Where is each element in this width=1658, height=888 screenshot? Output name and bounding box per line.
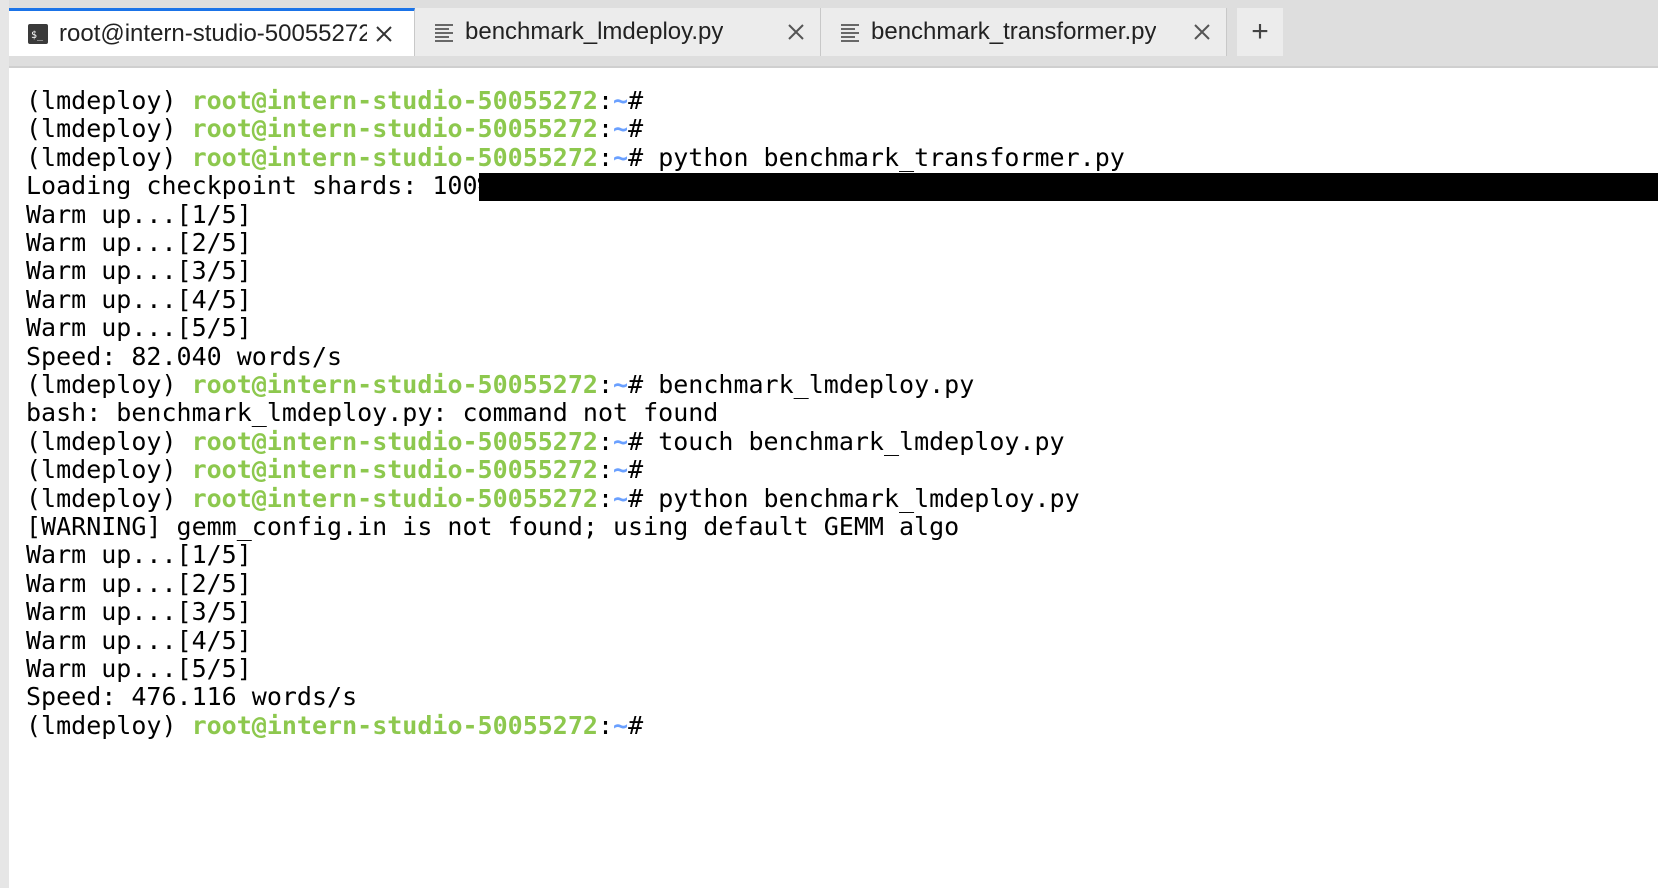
output-line: Warm up...[2/5]: [26, 228, 252, 257]
prompt-symbol: #: [628, 370, 659, 399]
prompt-host: root@intern-studio-50055272: [191, 86, 598, 115]
prompt-separator: :: [597, 370, 614, 399]
prompt-line: (lmdeploy) root@intern-studio-50055272:~…: [26, 456, 658, 484]
prompt-symbol: #: [628, 483, 659, 513]
prompt-path: ~: [613, 455, 629, 485]
prompt-symbol: #: [628, 114, 659, 144]
prompt-env: (lmdeploy): [26, 142, 192, 172]
tab-benchmark-transformer[interactable]: benchmark_transformer.py: [821, 8, 1227, 56]
prompt-line: (lmdeploy) root@intern-studio-50055272:~…: [26, 710, 659, 740]
file-text-icon: [839, 21, 861, 43]
output-line: bash: benchmark_lmdeploy.py: command not…: [26, 398, 719, 428]
prompt-separator: :: [597, 114, 614, 144]
file-text-icon: [433, 21, 455, 43]
prompt-line: (lmdeploy) root@intern-studio-50055272:~…: [26, 87, 658, 115]
prompt-host: root@intern-studio-50055272: [191, 142, 598, 172]
prompt-path: ~: [613, 370, 629, 399]
prompt-separator: :: [597, 710, 614, 740]
tab-label: root@intern-studio-50055272: [59, 19, 367, 47]
prompt-symbol: #: [628, 142, 659, 172]
prompt-symbol: #: [628, 86, 659, 115]
output-line: Speed: 476.116 words/s: [26, 682, 358, 712]
prompt-env: (lmdeploy): [26, 114, 192, 144]
progress-bar: [479, 173, 1658, 201]
terminal-icon: $_: [27, 23, 49, 45]
close-icon[interactable]: [783, 19, 809, 45]
output-line: Speed: 82.040 words/s: [26, 341, 343, 371]
tab-benchmark-lmdeploy[interactable]: benchmark_lmdeploy.py: [415, 8, 821, 56]
prompt-line: (lmdeploy) root@intern-studio-50055272:~…: [26, 426, 1065, 456]
prompt-env: (lmdeploy): [26, 86, 192, 115]
prompt-separator: :: [597, 426, 614, 456]
prompt-host: root@intern-studio-50055272: [191, 370, 598, 399]
output-line: Warm up...[1/5]: [26, 540, 252, 570]
tab-bar: $_ root@intern-studio-50055272 benchmark…: [9, 0, 1658, 68]
prompt-path: ~: [613, 710, 629, 740]
output-line: [WARNING] gemm_config.in is not found; u…: [26, 512, 960, 541]
output-line: Warm up...[5/5]: [26, 313, 252, 343]
output-line: Warm up...[4/5]: [26, 284, 252, 314]
prompt-env: (lmdeploy): [26, 483, 192, 513]
prompt-path: ~: [613, 86, 629, 115]
prompt-line: (lmdeploy) root@intern-studio-50055272:~…: [26, 142, 1125, 172]
tab-label: benchmark_lmdeploy.py: [465, 18, 724, 45]
prompt-env: (lmdeploy): [26, 455, 192, 485]
output-line: Warm up...[2/5]: [26, 568, 252, 598]
output-line: Warm up...[3/5]: [26, 256, 252, 286]
prompt-host: root@intern-studio-50055272: [191, 483, 598, 513]
prompt-env: (lmdeploy): [26, 710, 192, 740]
prompt-env: (lmdeploy): [26, 370, 192, 399]
prompt-separator: :: [597, 142, 614, 172]
prompt-host: root@intern-studio-50055272: [191, 710, 598, 740]
prompt-line: (lmdeploy) root@intern-studio-50055272:~…: [26, 371, 974, 399]
svg-text:$_: $_: [31, 30, 44, 41]
close-icon[interactable]: [371, 21, 397, 47]
prompt-separator: :: [597, 483, 614, 513]
command-text: python benchmark_lmdeploy.py: [658, 483, 1080, 513]
prompt-symbol: #: [628, 426, 659, 456]
prompt-path: ~: [613, 483, 629, 513]
prompt-symbol: #: [628, 710, 659, 740]
tab-label: benchmark_transformer.py: [871, 18, 1157, 45]
prompt-path: ~: [613, 426, 629, 456]
prompt-symbol: #: [628, 455, 659, 485]
prompt-path: ~: [613, 114, 629, 144]
prompt-host: root@intern-studio-50055272: [191, 114, 598, 144]
output-line: Warm up...[1/5]: [26, 199, 252, 229]
window-left-edge: [0, 0, 9, 888]
output-line: Loading checkpoint shards: 100%|: [26, 171, 508, 201]
output-line: Warm up...[4/5]: [26, 625, 252, 655]
plus-icon: +: [1251, 15, 1269, 48]
command-text: python benchmark_transformer.py: [658, 142, 1125, 172]
close-icon[interactable]: [1189, 19, 1215, 45]
prompt-separator: :: [597, 86, 614, 115]
prompt-line: (lmdeploy) root@intern-studio-50055272:~…: [26, 115, 658, 143]
tab-terminal[interactable]: $_ root@intern-studio-50055272: [9, 8, 415, 56]
prompt-host: root@intern-studio-50055272: [191, 455, 598, 485]
prompt-path: ~: [613, 142, 629, 172]
prompt-host: root@intern-studio-50055272: [191, 426, 598, 456]
terminal-output[interactable]: (lmdeploy) root@intern-studio-50055272:~…: [9, 70, 1658, 888]
command-text: benchmark_lmdeploy.py: [658, 370, 975, 399]
prompt-separator: :: [597, 455, 614, 485]
prompt-env: (lmdeploy): [26, 426, 192, 456]
prompt-line: (lmdeploy) root@intern-studio-50055272:~…: [26, 483, 1080, 513]
new-tab-button[interactable]: +: [1237, 8, 1283, 56]
command-text: touch benchmark_lmdeploy.py: [658, 426, 1065, 456]
output-line: Warm up...[5/5]: [26, 654, 252, 683]
output-line: Warm up...[3/5]: [26, 597, 252, 627]
